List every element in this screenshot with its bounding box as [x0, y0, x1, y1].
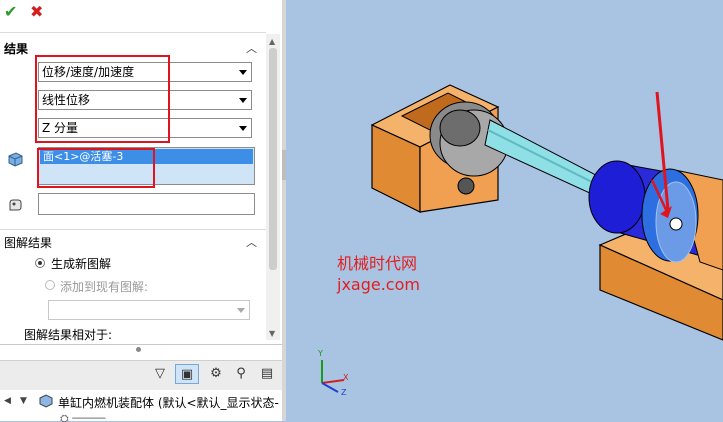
resize-grip-icon[interactable] [136, 347, 141, 352]
chevron-down-icon [239, 126, 247, 131]
graphics-viewport[interactable]: Y X Z [286, 0, 723, 421]
scroll-up-icon[interactable]: ▲ [269, 37, 275, 46]
chevron-down-icon [239, 70, 247, 75]
scrollbar-thumb[interactable] [269, 48, 277, 270]
tree-scroll-icon[interactable]: ◀ [4, 396, 11, 406]
display-tab-icon[interactable]: ▤ [256, 364, 278, 384]
plot-results-section-title: 图解结果 [4, 236, 53, 250]
results-section-title: 结果 [4, 42, 29, 56]
top-action-bar: ✔ ✖ [0, 0, 282, 26]
triad-y-label: Y [318, 349, 323, 358]
radio-new-plot[interactable] [35, 258, 45, 268]
close-icon[interactable]: ✖ [30, 2, 43, 21]
property-manager-panel: ✔ ✖ 结果 ︿ 位移/速度/加速度 线性位移 Z 分量 面<1>@活塞-3 图… [0, 0, 282, 422]
add-to-plot-label: 添加到现有图解: [60, 280, 149, 294]
plot-relative-label: 图解结果相对于: [24, 328, 113, 342]
motion-study-tab-icon[interactable]: ▣ [175, 364, 199, 384]
collapse-results-icon[interactable]: ︿ [246, 40, 257, 56]
checkmark-icon[interactable]: ✔ [4, 2, 17, 21]
triad-x-label: X [343, 373, 349, 382]
chevron-down-icon [237, 308, 245, 313]
highlight-box-selection [37, 148, 155, 188]
reference-component-field[interactable] [38, 193, 255, 215]
watermark-line1: 机械时代网 [337, 254, 418, 273]
assembly-icon [39, 394, 53, 408]
feature-tree: ◀ ▼ 单缸内燃机装配体 (默认<默认_显示状态- ⛭ ───── [0, 390, 282, 422]
chevron-down-icon [239, 98, 247, 103]
new-plot-label: 生成新图解 [51, 257, 112, 271]
face-selection-icon [8, 152, 23, 167]
watermark: 机械时代网 jxage.com [337, 253, 420, 295]
divider [0, 229, 266, 230]
configuration-tab-icon[interactable]: ⚙ [203, 364, 229, 384]
scroll-down-icon[interactable]: ▼ [269, 329, 275, 338]
assembly-root-label[interactable]: 单缸内燃机装配体 (默认<默认_显示状态- [58, 394, 279, 411]
radio-add-to-plot[interactable] [45, 280, 55, 290]
triad-z-label: Z [341, 388, 347, 397]
divider [0, 32, 266, 33]
existing-plot-dropdown [48, 300, 250, 320]
divider [0, 344, 282, 345]
watermark-line2: jxage.com [337, 275, 420, 294]
collapse-plot-icon[interactable]: ︿ [246, 234, 257, 250]
panel-scrollbar[interactable]: ▲ ▼ [266, 34, 280, 340]
highlight-box-dropdowns [35, 55, 170, 143]
dimxpert-tab-icon[interactable]: ⚲ [230, 364, 252, 384]
expand-icon[interactable]: ▼ [20, 396, 27, 406]
reference-component-icon [9, 199, 22, 211]
filter-icon[interactable]: ▽ [150, 364, 170, 384]
